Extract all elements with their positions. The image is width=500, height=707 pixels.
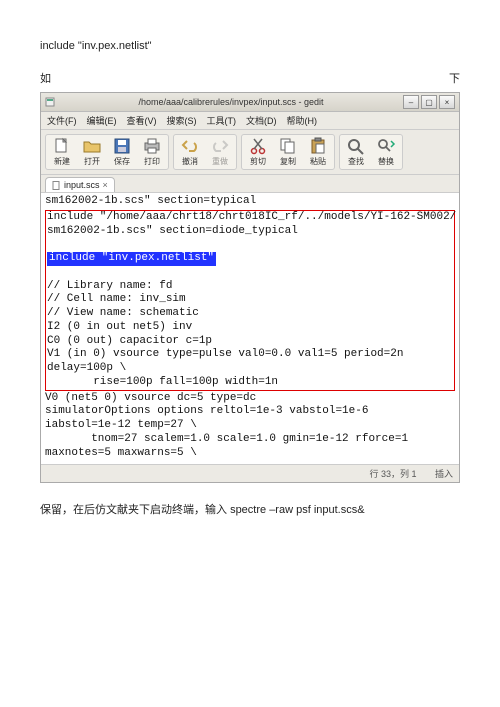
paste-button[interactable]: 粘贴 — [304, 137, 332, 167]
code-blank — [47, 238, 453, 252]
menu-tools[interactable]: 工具(T) — [207, 114, 237, 127]
code-line: tnom=27 scalem=1.0 scale=1.0 gmin=1e-12 … — [45, 433, 455, 447]
code-line: // View name: schematic — [47, 307, 453, 321]
selected-text: include "inv.pex.netlist" — [47, 252, 216, 266]
tab-close-icon[interactable]: × — [103, 180, 108, 190]
tab-input-scs[interactable]: input.scs × — [45, 177, 115, 192]
open-button[interactable]: 打开 — [78, 137, 106, 167]
print-button[interactable]: 打印 — [138, 137, 166, 167]
copy-button[interactable]: 复制 — [274, 137, 302, 167]
find-icon — [346, 137, 366, 155]
closing-text: 保留，在后仿文献夹下启动终端，输入 spectre –raw psf input… — [40, 501, 460, 517]
menu-search[interactable]: 搜索(S) — [167, 114, 197, 127]
intro-text: include "inv.pex.netlist" — [40, 40, 460, 52]
menu-bar: 文件(F) 编辑(E) 查看(V) 搜索(S) 工具(T) 文档(D) 帮助(H… — [41, 112, 459, 130]
code-line: sm162002-1b.scs" section=typical — [45, 195, 455, 209]
cut-button[interactable]: 剪切 — [244, 137, 272, 167]
menu-docs[interactable]: 文档(D) — [246, 114, 277, 127]
menu-file[interactable]: 文件(F) — [47, 114, 77, 127]
undo-button[interactable]: 撤消 — [176, 137, 204, 167]
maximize-button[interactable]: ▢ — [421, 95, 437, 109]
gedit-window: /home/aaa/calibrerules/invpex/input.scs … — [40, 92, 460, 483]
menu-help[interactable]: 帮助(H) — [287, 114, 318, 127]
new-file-icon — [52, 137, 72, 155]
undo-icon — [180, 137, 200, 155]
open-folder-icon — [82, 137, 102, 155]
caption-left: 如 — [40, 70, 51, 86]
code-line: simulatorOptions options reltol=1e-3 vab… — [45, 405, 455, 419]
code-line: I2 (0 in out net5) inv — [47, 321, 453, 335]
print-icon — [142, 137, 162, 155]
code-line: include "inv.pex.netlist" — [47, 252, 453, 266]
code-line: V1 (in 0) vsource type=pulse val0=0.0 va… — [47, 348, 453, 362]
redo-icon — [210, 137, 230, 155]
menu-view[interactable]: 查看(V) — [127, 114, 157, 127]
find-button[interactable]: 查找 — [342, 137, 370, 167]
cut-icon — [248, 137, 268, 155]
code-line: iabstol=1e-12 temp=27 \ — [45, 419, 455, 433]
code-line: delay=100p \ — [47, 362, 453, 376]
status-bar: 行 33，列 1 插入 — [41, 464, 459, 482]
code-line: include "/home/aaa/chrt18/chrt018IC_rf/.… — [47, 211, 453, 225]
title-bar: /home/aaa/calibrerules/invpex/input.scs … — [41, 93, 459, 112]
code-line: V0 (net5 0) vsource dc=5 type=dc — [45, 392, 455, 406]
code-line: maxnotes=5 maxwarns=5 \ — [45, 447, 455, 461]
paste-icon — [308, 137, 328, 155]
replace-button[interactable]: 替换 — [372, 137, 400, 167]
caption-right: 下 — [449, 70, 460, 86]
highlighted-block: include "/home/aaa/chrt18/chrt018IC_rf/.… — [45, 210, 455, 391]
new-button[interactable]: 新建 — [48, 137, 76, 167]
code-line: C0 (0 out) capacitor c=1p — [47, 335, 453, 349]
replace-icon — [376, 137, 396, 155]
save-button[interactable]: 保存 — [108, 137, 136, 167]
tab-label: input.scs — [64, 180, 100, 190]
code-line: sm162002-1b.scs" section=diode_typical — [47, 225, 453, 239]
toolbar: 新建 打开 保存 打印 撤消 重做 — [41, 130, 459, 175]
code-blank — [47, 266, 453, 280]
text-editor[interactable]: sm162002-1b.scs" section=typical include … — [41, 193, 459, 464]
close-button[interactable]: × — [439, 95, 455, 109]
tab-bar: input.scs × — [41, 175, 459, 193]
document-icon — [52, 181, 61, 190]
code-line: // Cell name: inv_sim — [47, 293, 453, 307]
redo-button[interactable]: 重做 — [206, 137, 234, 167]
code-line: rise=100p fall=100p width=1n — [47, 376, 453, 390]
save-icon — [112, 137, 132, 155]
menu-edit[interactable]: 编辑(E) — [87, 114, 117, 127]
code-line: // Library name: fd — [47, 280, 453, 294]
minimize-button[interactable]: – — [403, 95, 419, 109]
window-title: /home/aaa/calibrerules/invpex/input.scs … — [59, 97, 403, 107]
app-icon — [45, 97, 55, 107]
status-line-col: 行 33，列 1 — [369, 469, 416, 479]
status-insert-mode: 插入 — [435, 469, 453, 479]
copy-icon — [278, 137, 298, 155]
